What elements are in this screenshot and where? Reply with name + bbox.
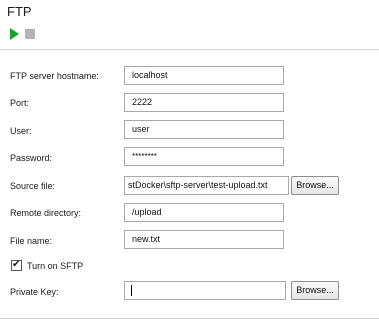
- port-label: Port:: [10, 98, 30, 108]
- panel-title: FTP: [7, 4, 32, 19]
- port-field[interactable]: 2222: [124, 93, 284, 112]
- private-key-field[interactable]: [124, 281, 286, 300]
- private-key-browse-button[interactable]: Browse...: [291, 281, 339, 300]
- password-field[interactable]: ********: [124, 147, 284, 166]
- password-label: Password:: [10, 153, 53, 163]
- user-field[interactable]: user: [124, 120, 284, 139]
- separator: [0, 49, 379, 50]
- file-name-field[interactable]: new.txt: [124, 230, 284, 249]
- source-file-field[interactable]: stDocker\sftp-server\test-upload.txt: [124, 176, 289, 195]
- remote-directory-label: Remote directory:: [10, 208, 82, 218]
- checkmark-icon: ✔: [12, 259, 21, 270]
- stop-icon[interactable]: [25, 29, 35, 39]
- sftp-checkbox-label: Turn on SFTP: [27, 261, 84, 271]
- sftp-checkbox[interactable]: ✔: [11, 259, 22, 271]
- hostname-label: FTP server hostname:: [10, 71, 99, 81]
- remote-directory-field[interactable]: /upload: [124, 203, 284, 222]
- file-name-label: File name:: [10, 236, 53, 246]
- source-file-browse-button[interactable]: Browse...: [291, 176, 339, 195]
- hostname-field[interactable]: localhost: [124, 66, 284, 85]
- play-icon[interactable]: [10, 28, 19, 40]
- private-key-label: Private Key:: [10, 287, 59, 297]
- bottom-border: [0, 318, 379, 319]
- user-label: User:: [10, 126, 32, 136]
- source-file-label: Source file:: [10, 181, 56, 191]
- text-cursor: [131, 285, 132, 296]
